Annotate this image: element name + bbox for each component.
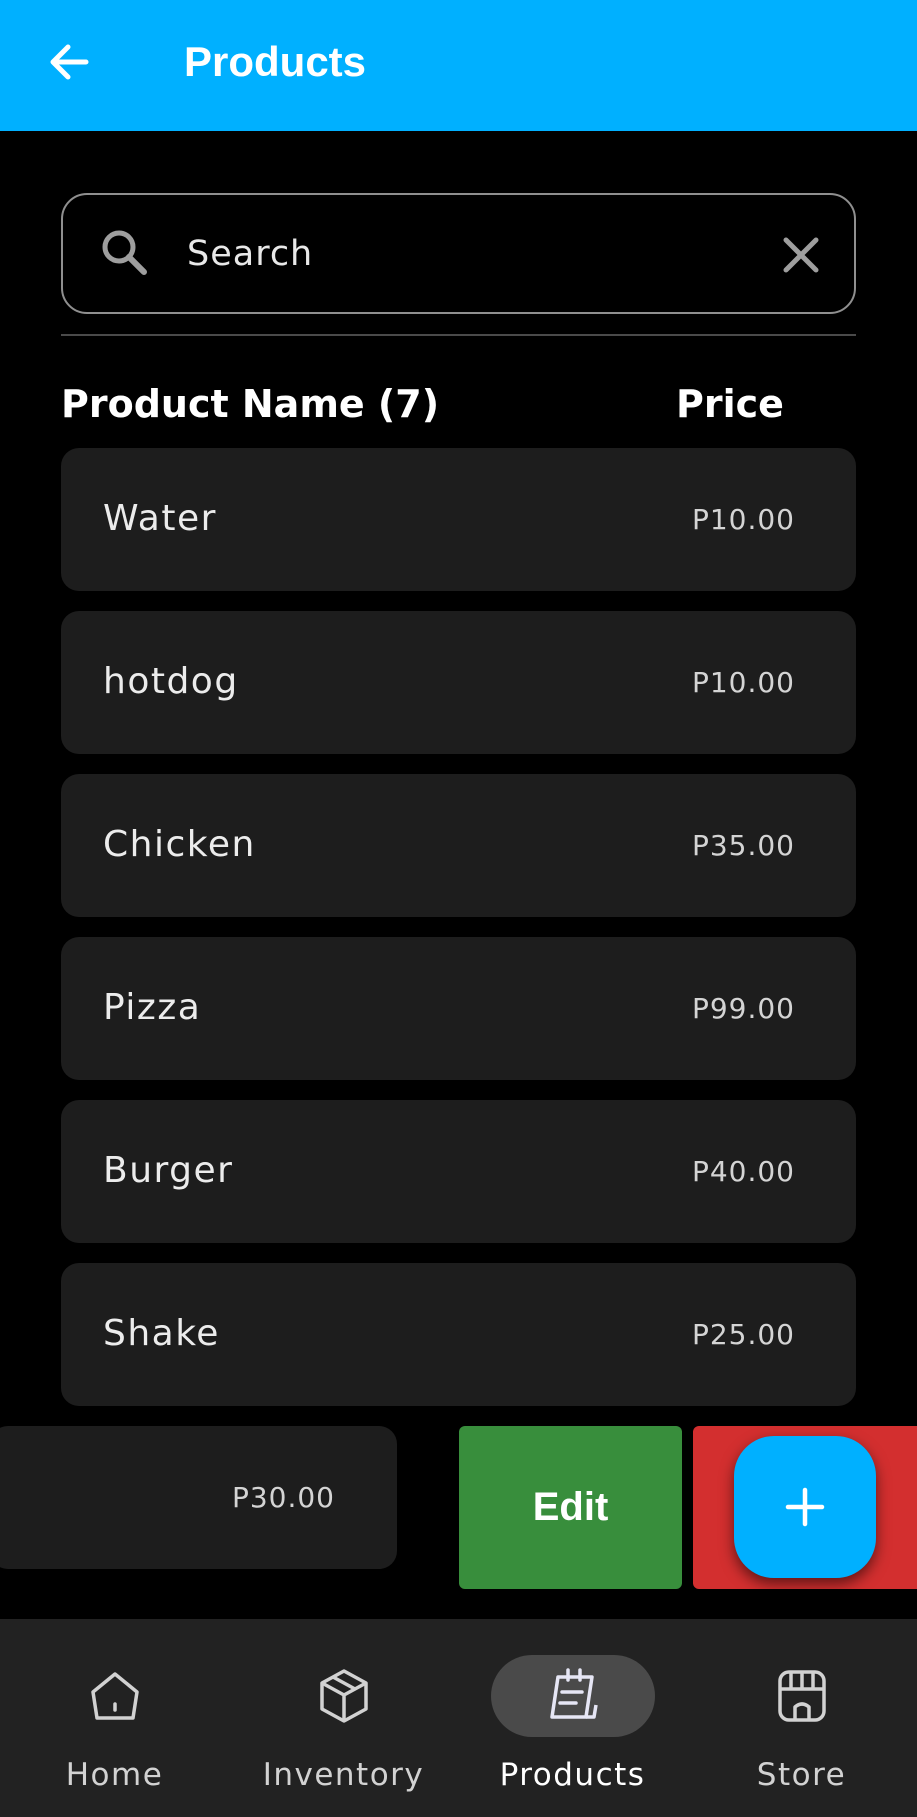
search-input[interactable]: Search bbox=[61, 193, 856, 314]
nav-label: Inventory bbox=[262, 1757, 425, 1793]
notepad-icon bbox=[550, 1668, 598, 1719]
product-name-header: Product Name (7) bbox=[61, 382, 440, 426]
nav-label: Products bbox=[499, 1757, 646, 1793]
box-icon bbox=[320, 1669, 368, 1723]
edit-button[interactable]: Edit bbox=[459, 1426, 682, 1589]
product-price: P10.00 bbox=[691, 666, 795, 699]
page-title: Products bbox=[184, 38, 367, 85]
product-row[interactable]: hotdog P10.00 bbox=[61, 611, 856, 754]
bottom-nav: Home Inventory Products Store bbox=[0, 1619, 917, 1817]
nav-item-store[interactable]: Store bbox=[687, 1619, 916, 1817]
nav-label: Home bbox=[65, 1757, 164, 1793]
product-name: Pizza bbox=[103, 987, 202, 1028]
nav-item-products[interactable]: Products bbox=[458, 1619, 687, 1817]
product-row-swiped[interactable]: P30.00 bbox=[0, 1426, 397, 1569]
store-icon bbox=[778, 1670, 826, 1722]
nav-label: Store bbox=[756, 1757, 847, 1793]
product-row[interactable]: Pizza P99.00 bbox=[61, 937, 856, 1080]
arrow-left-icon bbox=[50, 44, 89, 80]
price-header: Price bbox=[676, 382, 784, 426]
product-name: hotdog bbox=[103, 661, 239, 702]
plus-icon bbox=[785, 1487, 825, 1527]
search-placeholder: Search bbox=[187, 234, 314, 274]
add-product-button[interactable] bbox=[734, 1436, 876, 1578]
nav-item-home[interactable]: Home bbox=[0, 1619, 229, 1817]
app-bar: Products bbox=[0, 0, 917, 131]
product-price: P35.00 bbox=[691, 829, 795, 862]
divider bbox=[61, 334, 856, 336]
product-name: Burger bbox=[103, 1150, 234, 1191]
clear-search-button[interactable] bbox=[771, 225, 831, 285]
back-button[interactable] bbox=[44, 36, 96, 88]
product-price: P40.00 bbox=[691, 1155, 795, 1188]
close-icon bbox=[783, 237, 819, 273]
product-price: P30.00 bbox=[231, 1481, 335, 1514]
product-row[interactable]: Chicken P35.00 bbox=[61, 774, 856, 917]
product-name: Chicken bbox=[103, 824, 256, 865]
home-icon bbox=[91, 1672, 139, 1720]
product-row[interactable]: Shake P25.00 bbox=[61, 1263, 856, 1406]
product-price: P99.00 bbox=[691, 992, 795, 1025]
search-icon bbox=[102, 230, 147, 275]
product-price: P10.00 bbox=[691, 503, 795, 536]
nav-item-inventory[interactable]: Inventory bbox=[229, 1619, 458, 1817]
product-row[interactable]: Burger P40.00 bbox=[61, 1100, 856, 1243]
product-price: P25.00 bbox=[691, 1318, 795, 1351]
product-row[interactable]: Water P10.00 bbox=[61, 448, 856, 591]
product-name: Water bbox=[103, 498, 217, 539]
product-name: Shake bbox=[103, 1313, 220, 1354]
